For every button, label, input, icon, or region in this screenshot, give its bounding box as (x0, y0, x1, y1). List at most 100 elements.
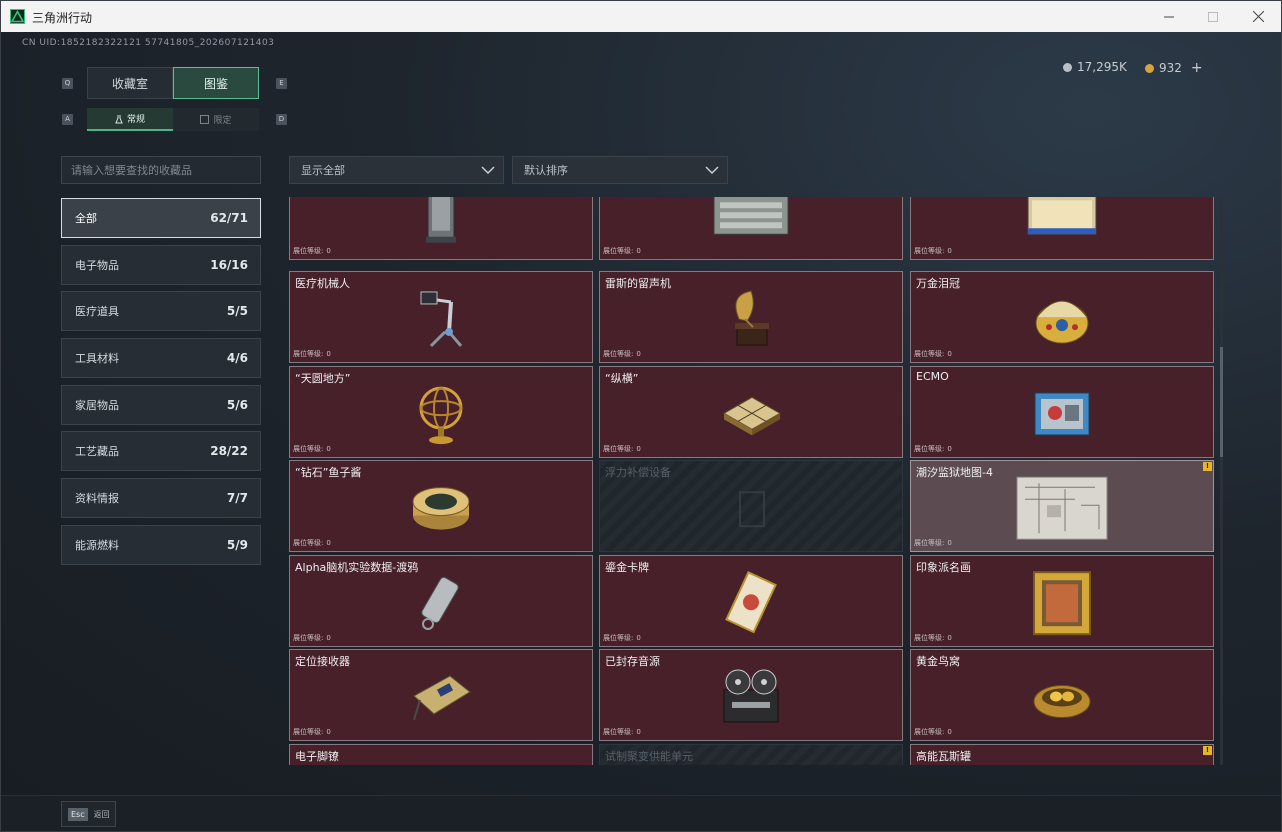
item-card[interactable]: Alpha脑机实验数据-渡鸦 展位等级: 0 (289, 555, 593, 647)
item-name: 潮汐监狱地图-4 (916, 466, 993, 479)
subtab-limited-label: 限定 (213, 116, 232, 126)
item-card[interactable]: 已封存音源 展位等级: 0 (599, 649, 903, 741)
subtab-regular-label: 常规 (126, 115, 145, 125)
display-filter-dropdown[interactable]: 显示全部 (289, 156, 504, 184)
currency-a-value: 17,295K (1077, 60, 1127, 74)
key-hint-e: E (276, 78, 287, 89)
item-name: 浮力补偿设备 (605, 466, 671, 479)
category-label: 工具材料 (75, 352, 119, 365)
item-card[interactable]: “天圆地方” 展位等级: 0 (289, 366, 593, 458)
chessboard-icon (718, 387, 784, 443)
item-card-locked[interactable]: 浮力补偿设备 (599, 460, 903, 552)
warning-badge-icon: ! (1203, 746, 1212, 755)
currency-b: 932 + (1145, 60, 1203, 76)
category-electronics[interactable]: 电子物品 16/16 (61, 245, 261, 285)
tab-collection-room[interactable]: 收藏室 (87, 67, 173, 99)
item-card[interactable]: 鎏金卡牌 展位等级: 0 (599, 555, 903, 647)
item-card[interactable]: 展位等级: 0 (599, 197, 903, 260)
subtab-regular[interactable]: 常规 (87, 108, 173, 131)
item-card[interactable]: 医疗机械人 展位等级: 0 (289, 271, 593, 363)
add-currency-button[interactable]: + (1191, 60, 1203, 76)
map-icon (1015, 475, 1109, 545)
category-all[interactable]: 全部 62/71 (61, 198, 261, 238)
battery-pack-icon (1022, 197, 1102, 244)
category-medical[interactable]: 医疗道具 5/5 (61, 291, 261, 331)
chevron-down-icon (481, 166, 495, 175)
esc-key-hint: Esc (68, 807, 88, 821)
delta-force-logo-icon (10, 9, 25, 24)
user-uid: CN UID:1852182322121 57741805_2026071214… (22, 38, 275, 48)
chevron-down-icon (705, 166, 719, 175)
item-name: “钻石”鱼子酱 (295, 466, 362, 479)
window-title: 三角洲行动 (32, 11, 93, 25)
sort-value: 默认排序 (524, 164, 568, 177)
item-card[interactable]: 印象派名画 展位等级: 0 (910, 555, 1214, 647)
subtab-limited[interactable]: 限定 (173, 108, 259, 131)
category-tools[interactable]: 工具材料 4/6 (61, 338, 261, 378)
warning-badge-icon: ! (1203, 462, 1212, 471)
item-name: 印象派名画 (916, 561, 971, 574)
sort-dropdown[interactable]: 默认排序 (512, 156, 728, 184)
category-intel[interactable]: 资料情报 7/7 (61, 478, 261, 518)
tab-catalog[interactable]: 图鉴 (173, 67, 259, 99)
gramophone-icon (723, 287, 779, 355)
data-drive-icon (408, 572, 474, 638)
item-card[interactable]: 定位接收器 展位等级: 0 (289, 649, 593, 741)
maximize-button[interactable] (1190, 1, 1236, 32)
item-card[interactable]: 黄金鸟窝 展位等级: 0 (910, 649, 1214, 741)
crate-icon (706, 197, 796, 244)
category-label: 家居物品 (75, 399, 119, 412)
item-card[interactable]: “钻石”鱼子酱 展位等级: 0 (289, 460, 593, 552)
item-name: 高能瓦斯罐 (916, 750, 971, 763)
collection-screen: CN UID:1852182322121 57741805_2026071214… (1, 32, 1281, 795)
close-button[interactable] (1235, 1, 1281, 32)
close-icon (1252, 11, 1264, 22)
display-level: 展位等级: 0 (914, 728, 952, 736)
category-count: 7/7 (226, 491, 248, 505)
item-name: 已封存音源 (605, 655, 660, 668)
display-level: 展位等级: 0 (914, 634, 952, 642)
item-card[interactable]: ECMO 展位等级: 0 (910, 366, 1214, 458)
category-home[interactable]: 家居物品 5/6 (61, 385, 261, 425)
item-card-locked[interactable]: 试制聚变供能单元 (599, 744, 903, 765)
display-level: 展位等级: 0 (603, 634, 641, 642)
scrollbar-thumb[interactable] (1220, 347, 1223, 457)
display-level: 展位等级: 0 (293, 634, 331, 642)
category-label: 工艺藏品 (75, 445, 119, 458)
item-name: 试制聚变供能单元 (605, 750, 693, 763)
grid-scrollbar[interactable] (1220, 197, 1223, 765)
key-hint-a: A (62, 114, 73, 125)
item-card[interactable]: 展位等级: 0 (910, 197, 1214, 260)
category-count: 62/71 (210, 211, 248, 225)
item-card[interactable]: 潮汐监狱地图-4 ! 展位等级: 0 (910, 460, 1214, 552)
category-energy[interactable]: 能源燃料 5/9 (61, 525, 261, 565)
item-card[interactable]: 展位等级: 0 (289, 197, 593, 260)
item-card[interactable]: 万金泪冠 展位等级: 0 (910, 271, 1214, 363)
item-card[interactable]: “纵横” 展位等级: 0 (599, 366, 903, 458)
display-level: 展位等级: 0 (603, 445, 641, 453)
framed-painting-icon (1032, 570, 1092, 640)
item-name: 万金泪冠 (916, 277, 960, 290)
item-name: Alpha脑机实验数据-渡鸦 (295, 561, 419, 574)
category-label: 资料情报 (75, 492, 119, 505)
category-count: 5/9 (226, 538, 248, 552)
item-card[interactable]: 雷斯的留声机 展位等级: 0 (599, 271, 903, 363)
maximize-icon (1208, 11, 1218, 22)
category-label: 医疗道具 (75, 305, 119, 318)
gps-receiver-icon (408, 666, 474, 732)
search-input[interactable] (61, 156, 261, 184)
item-name: 电子脚镣 (295, 750, 339, 763)
minimize-button[interactable] (1146, 1, 1192, 32)
item-name: 定位接收器 (295, 655, 350, 668)
title-bar: 三角洲行动 (1, 1, 1281, 32)
item-card[interactable]: 电子脚镣 (289, 744, 593, 765)
item-name: “天圆地方” (295, 372, 351, 385)
category-count: 4/6 (226, 351, 248, 365)
back-button[interactable]: Esc 返回 (61, 801, 116, 827)
display-level: 展位等级: 0 (914, 539, 952, 547)
currency-b-value: 932 (1159, 61, 1182, 75)
category-crafts[interactable]: 工艺藏品 28/22 (61, 431, 261, 471)
display-level: 展位等级: 0 (293, 539, 331, 547)
item-card[interactable]: 高能瓦斯罐 ! (910, 744, 1214, 765)
category-label: 电子物品 (75, 259, 119, 272)
